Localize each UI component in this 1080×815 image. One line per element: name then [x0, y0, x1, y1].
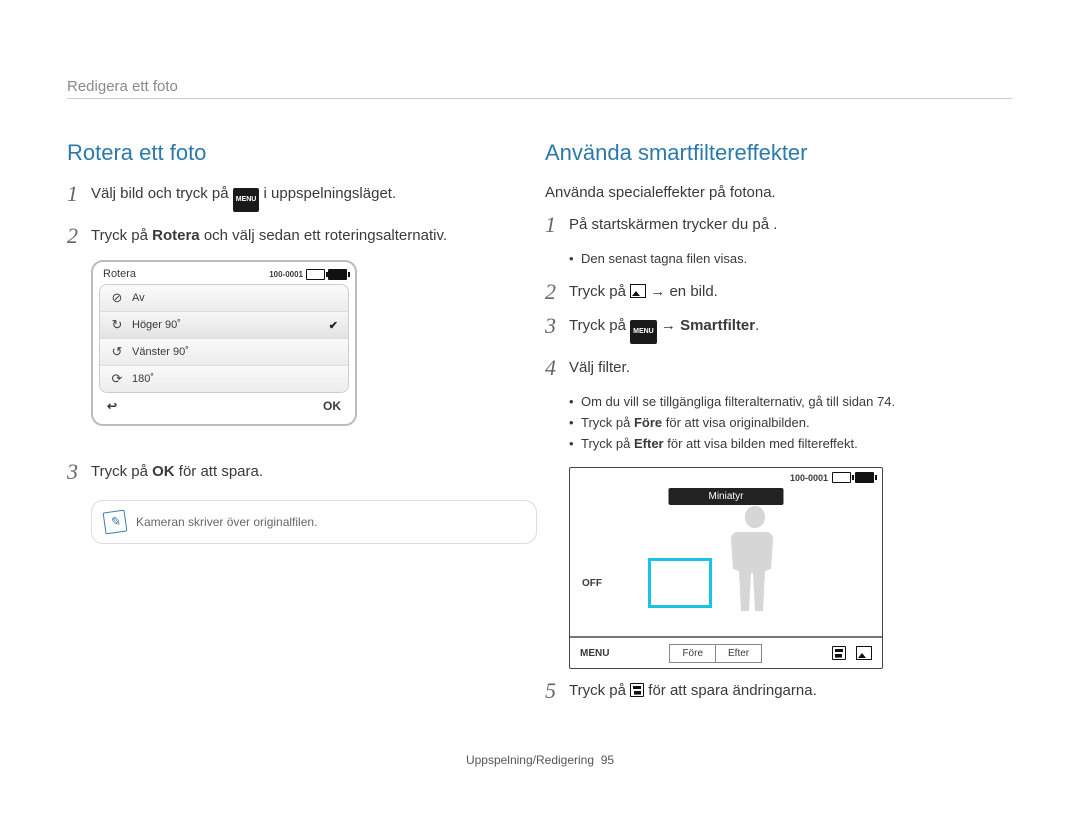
step-5: 5 Tryck på för att spara ändringarna.	[545, 681, 1015, 701]
intro-text: Använda specialeffekter på fotona.	[545, 184, 1015, 201]
step-text: Välj bild och tryck på	[91, 185, 233, 202]
gallery-icon[interactable]	[856, 646, 872, 660]
header-rule	[67, 98, 1012, 99]
step-2: 2 Tryck på Rotera och välj sedan ett rot…	[67, 226, 517, 246]
save-icon	[630, 683, 644, 697]
step-text-bold: Rotera	[152, 227, 200, 244]
heading-smartfilter: Använda smartfiltereffekter	[545, 140, 1015, 166]
step-text: för att spara ändringarna.	[648, 682, 816, 699]
bullet-bold: Efter	[634, 436, 664, 451]
ok-button[interactable]: OK	[323, 399, 341, 413]
sdcard-icon	[306, 269, 325, 280]
filter-name-label: Miniatyr	[668, 488, 783, 505]
step-text: Tryck på	[91, 463, 152, 480]
rotate-left-icon: ↺	[110, 344, 124, 360]
step-4: 4 Välj filter.	[545, 358, 1015, 378]
off-label: OFF	[582, 578, 602, 589]
option-label: 180˚	[132, 373, 154, 385]
step-number: 2	[545, 282, 569, 302]
figure-rotate-menu: Rotera 100-0001 ⊘ Av ↻ Höger 90˚ ✔ ↺ Vän…	[91, 260, 357, 426]
step-3: 3 Tryck på MENU → Smartfilter.	[545, 316, 1015, 344]
bullet: Den senast tagna filen visas.	[569, 249, 1015, 268]
note-icon: ✎	[103, 510, 128, 535]
step-text: Tryck på	[91, 227, 152, 244]
bullet: Tryck på Efter för att visa bilden med f…	[569, 434, 1015, 453]
option-off[interactable]: ⊘ Av	[100, 285, 348, 312]
heading-rotate: Rotera ett foto	[67, 140, 517, 166]
figure-smartfilter-preview: 100-0001 Miniatyr OFF MENU Före Efter	[569, 467, 883, 669]
step-4-bullets: Om du vill se tillgängliga filteralterna…	[569, 392, 1015, 453]
page-footer: Uppspelning/Redigering 95	[0, 753, 1080, 767]
step-text: och välj sedan ett roteringsalternativ.	[204, 227, 447, 244]
step-number: 4	[545, 358, 569, 378]
option-left-90[interactable]: ↺ Vänster 90˚	[100, 339, 348, 366]
bullet: Tryck på Före för att visa originalbilde…	[569, 413, 1015, 432]
step-1-bullets: Den senast tagna filen visas.	[569, 249, 1015, 268]
sdcard-icon	[832, 472, 851, 483]
step-1: 1 På startskärmen trycker du på .	[545, 215, 1015, 235]
menu-icon: MENU	[630, 320, 657, 344]
footer-page: 95	[601, 753, 614, 767]
battery-icon	[328, 269, 347, 280]
step-text: →	[661, 317, 680, 334]
step-text: .	[755, 317, 759, 334]
step-text: för att spara.	[179, 463, 263, 480]
breadcrumb: Redigera ett foto	[67, 78, 178, 95]
after-button[interactable]: Efter	[716, 645, 761, 662]
step-number: 2	[67, 226, 91, 246]
check-icon: ✔	[329, 319, 338, 332]
step-number: 3	[545, 316, 569, 336]
step-text-bold: Smartfilter	[680, 317, 755, 334]
figure-bottom-bar: MENU Före Efter	[570, 636, 882, 668]
person-silhouette	[725, 506, 785, 616]
step-3: 3 Tryck på OK för att spara.	[67, 462, 517, 482]
column-smartfilter: Använda smartfiltereffekter Använda spec…	[545, 140, 1015, 715]
gallery-icon	[630, 284, 646, 298]
before-after-toggle: Före Efter	[669, 644, 762, 663]
before-button[interactable]: Före	[670, 645, 716, 662]
step-text: På startskärmen trycker du på .	[569, 215, 777, 235]
menu-icon: MENU	[233, 188, 260, 212]
step-text: Välj filter.	[569, 358, 630, 378]
step-2: 2 Tryck på → en bild.	[545, 282, 1015, 302]
bullet: Om du vill se tillgängliga filteralterna…	[569, 392, 1015, 411]
save-icon[interactable]	[832, 646, 846, 660]
back-button[interactable]: ↩	[107, 399, 117, 413]
option-label: Höger 90˚	[132, 319, 181, 331]
option-label: Av	[132, 292, 145, 304]
note-box: ✎ Kameran skriver över originalfilen.	[91, 500, 537, 544]
column-rotate: Rotera ett foto 1 Välj bild och tryck på…	[67, 140, 517, 544]
fig-title: Rotera	[103, 268, 136, 280]
step-number: 1	[67, 184, 91, 204]
step-text: i uppspelningsläget.	[264, 185, 397, 202]
rotate-options-list: ⊘ Av ↻ Höger 90˚ ✔ ↺ Vänster 90˚ ⟳ 180˚	[99, 284, 349, 393]
fig-fileid: 100-0001	[790, 473, 828, 483]
step-text: Tryck på	[569, 317, 630, 334]
footer-section: Uppspelning/Redigering	[466, 753, 594, 767]
menu-button[interactable]: MENU	[580, 648, 609, 659]
option-180[interactable]: ⟳ 180˚	[100, 366, 348, 392]
step-number: 3	[67, 462, 91, 482]
step-1: 1 Välj bild och tryck på MENU i uppspeln…	[67, 184, 517, 212]
note-text: Kameran skriver över originalfilen.	[136, 515, 317, 529]
step-text: Tryck på	[569, 682, 630, 699]
battery-icon	[855, 472, 874, 483]
bullet-bold: Före	[634, 415, 662, 430]
filter-thumbnail-selected[interactable]	[648, 558, 712, 608]
ok-label: OK	[152, 463, 175, 480]
step-number: 1	[545, 215, 569, 235]
rotate-right-icon: ↻	[110, 317, 124, 333]
off-icon: ⊘	[110, 290, 124, 306]
option-label: Vänster 90˚	[132, 346, 189, 358]
step-text: Tryck på	[569, 283, 630, 300]
rotate-180-icon: ⟳	[110, 371, 124, 387]
step-text: → en bild.	[650, 283, 718, 300]
step-number: 5	[545, 681, 569, 701]
option-right-90[interactable]: ↻ Höger 90˚ ✔	[100, 312, 348, 339]
fig-fileid: 100-0001	[269, 270, 303, 279]
